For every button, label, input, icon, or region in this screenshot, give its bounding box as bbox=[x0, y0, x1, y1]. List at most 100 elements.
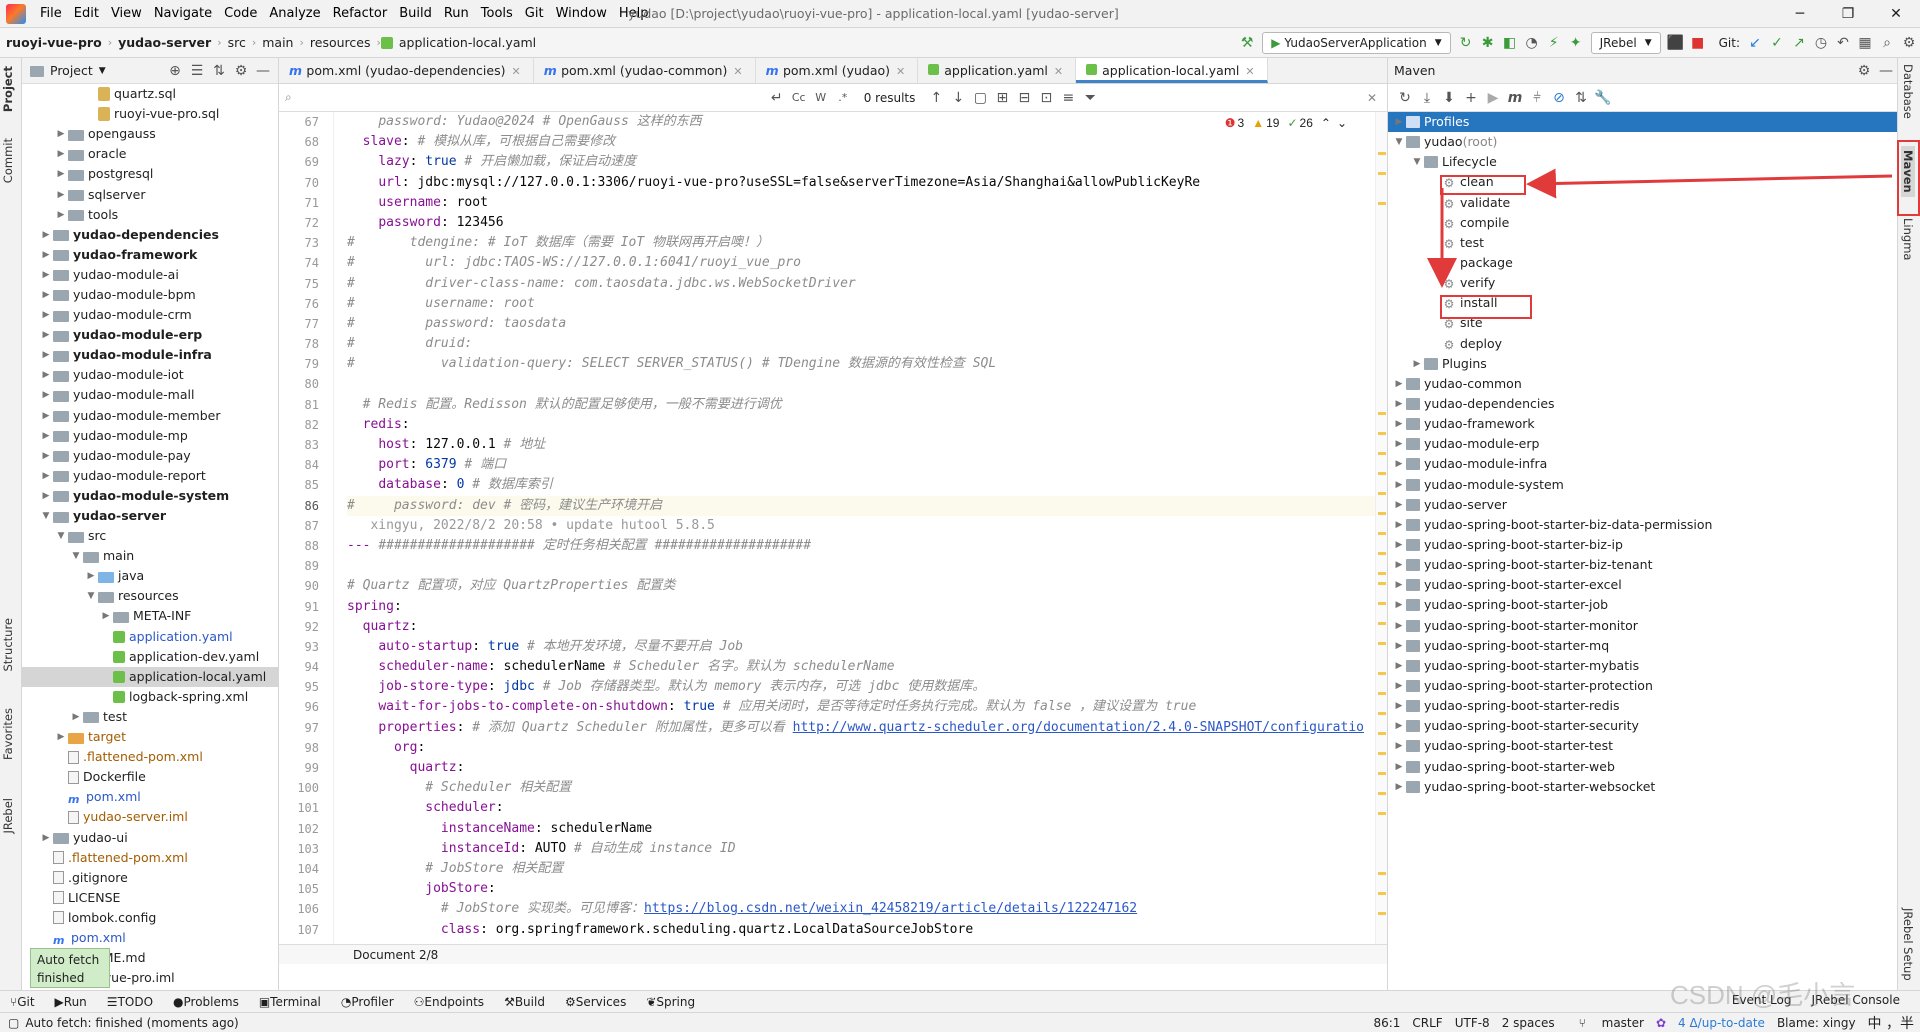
close-tab-icon[interactable]: ✕ bbox=[511, 65, 520, 78]
close-find-icon[interactable]: ✕ bbox=[1367, 91, 1377, 105]
collapse-all-icon[interactable]: ⇅ bbox=[208, 63, 230, 79]
project-structure-icon[interactable]: ▦ bbox=[1854, 35, 1876, 51]
plugin-icon[interactable]: ✿ bbox=[1656, 1016, 1666, 1030]
code-line[interactable]: redis: bbox=[347, 415, 1375, 435]
chevron-up-icon[interactable]: ⌃ bbox=[1321, 116, 1331, 130]
menu-view[interactable]: View bbox=[105, 6, 148, 21]
expand-arrow-icon[interactable]: ▶ bbox=[69, 707, 83, 727]
add-icon[interactable]: + bbox=[1460, 90, 1482, 106]
expand-arrow-icon[interactable]: ▶ bbox=[1392, 636, 1406, 656]
code-line[interactable]: # password: dev # 密码，建议生产环境开启 bbox=[347, 495, 1375, 516]
expand-arrow-icon[interactable]: ▶ bbox=[1392, 535, 1406, 555]
tree-item[interactable]: ▶ yudao-module-mall bbox=[22, 385, 278, 405]
git-push-icon[interactable]: ↗ bbox=[1788, 35, 1810, 51]
jrebel-run-icon[interactable]: ⚡ bbox=[1543, 35, 1565, 51]
code-line[interactable]: # Redis 配置。Redisson 默认的配置足够使用，一般不需要进行调优 bbox=[347, 395, 1375, 415]
tree-item[interactable]: ▼ resources bbox=[22, 586, 278, 606]
tree-item[interactable]: ▼ src bbox=[22, 526, 278, 546]
maven-tree-item[interactable]: ▶ yudao-framework bbox=[1388, 414, 1897, 434]
tool-tab-terminal[interactable]: ▣ Terminal bbox=[249, 995, 331, 1009]
inspection-widget[interactable]: ❶3 ▲ 19 ✓ 26 ⌃ ⌄ bbox=[1225, 116, 1347, 130]
maven-tree-item[interactable]: ▶ yudao-server bbox=[1388, 495, 1897, 515]
expand-arrow-icon[interactable]: ▶ bbox=[1392, 575, 1406, 595]
expand-arrow-icon[interactable]: ▶ bbox=[84, 566, 98, 586]
expand-arrow-icon[interactable]: ▶ bbox=[54, 205, 68, 225]
code-line[interactable]: auto-startup: true # 本地开发环境，尽量不要开启 Job bbox=[347, 637, 1375, 657]
expand-arrow-icon[interactable]: ▶ bbox=[54, 727, 68, 747]
expand-arrow-icon[interactable]: ▶ bbox=[1392, 676, 1406, 696]
tree-item[interactable]: application.yaml bbox=[22, 627, 278, 647]
tree-item[interactable]: m pom.xml bbox=[22, 787, 278, 807]
code-line[interactable]: # JobStore 实现类。可见博客：https://blog.csdn.ne… bbox=[347, 899, 1375, 919]
tree-item[interactable]: ▶ test bbox=[22, 707, 278, 727]
expand-arrow-icon[interactable]: ▶ bbox=[1392, 394, 1406, 414]
hide-icon[interactable]: — bbox=[1875, 63, 1897, 79]
structure-tool-tab[interactable]: Structure bbox=[1, 618, 15, 672]
maven-tree-item[interactable]: ▶ Plugins bbox=[1388, 354, 1897, 374]
run-icon[interactable]: ▶ bbox=[1482, 90, 1504, 106]
expand-arrow-icon[interactable]: ▶ bbox=[39, 345, 53, 365]
expand-arrow-icon[interactable]: ▶ bbox=[39, 446, 53, 466]
menu-run[interactable]: Run bbox=[438, 6, 475, 21]
maven-tree-item[interactable]: ▶ yudao-spring-boot-starter-excel bbox=[1388, 575, 1897, 595]
commit-tool-tab[interactable]: Commit bbox=[1, 138, 15, 183]
expand-arrow-icon[interactable]: ▶ bbox=[1392, 656, 1406, 676]
expand-arrow-icon[interactable]: ▶ bbox=[39, 265, 53, 285]
tree-item[interactable]: application-local.yaml bbox=[22, 666, 278, 687]
code-line[interactable]: org: bbox=[347, 738, 1375, 758]
breadcrumb-item[interactable]: application-local.yaml bbox=[393, 35, 542, 50]
tree-item[interactable]: Dockerfile bbox=[22, 767, 278, 787]
code-line[interactable]: # Scheduler 相关配置 bbox=[347, 778, 1375, 798]
tree-item[interactable]: ▶ opengauss bbox=[22, 124, 278, 144]
menu-build[interactable]: Build bbox=[393, 6, 438, 21]
expand-arrow-icon[interactable]: ▶ bbox=[54, 144, 68, 164]
download-icon[interactable]: ⬇ bbox=[1438, 90, 1460, 106]
rollback-icon[interactable]: ↶ bbox=[1832, 35, 1854, 51]
expand-arrow-icon[interactable]: ▶ bbox=[54, 185, 68, 205]
cursor-position[interactable]: 86:1 bbox=[1373, 1016, 1400, 1030]
expand-arrow-icon[interactable]: ▶ bbox=[1392, 555, 1406, 575]
tree-item[interactable]: ▶ yudao-module-crm bbox=[22, 305, 278, 325]
tree-item[interactable]: ▶ target bbox=[22, 727, 278, 747]
code-line[interactable]: password: Yudao@2024 # OpenGauss 这样的东西 bbox=[347, 112, 1375, 132]
code-line[interactable]: scheduler: bbox=[347, 798, 1375, 818]
code-line[interactable]: instanceName: schedulerName bbox=[347, 819, 1375, 839]
tree-item[interactable]: ▶ yudao-ui bbox=[22, 827, 278, 847]
code-line[interactable] bbox=[347, 556, 1375, 576]
expand-arrow-icon[interactable]: ▶ bbox=[1392, 595, 1406, 615]
select-all-occurrences-icon[interactable]: ▢ bbox=[969, 90, 991, 106]
maven-tree-item[interactable]: ▶ yudao-dependencies bbox=[1388, 394, 1897, 414]
expand-arrow-icon[interactable]: ▶ bbox=[1392, 777, 1406, 797]
tree-item[interactable]: ▶ yudao-module-infra bbox=[22, 345, 278, 365]
match-case-toggle[interactable]: Cc bbox=[788, 91, 810, 104]
code-line[interactable]: # druid: bbox=[347, 334, 1375, 354]
tree-item[interactable]: ▶ yudao-dependencies bbox=[22, 225, 278, 245]
project-tool-tab[interactable]: Project bbox=[1, 66, 15, 112]
tree-item[interactable]: quartz.sql bbox=[22, 84, 278, 104]
code-editor[interactable]: 67 68 69 70 71 72 73 74 75 76 77 78 79 80 81 82 83 84 85 86… bbox=[279, 112, 1387, 944]
tree-item[interactable]: .gitignore bbox=[22, 868, 278, 888]
menu-code[interactable]: Code bbox=[218, 6, 263, 21]
expand-arrow-icon[interactable]: ▶ bbox=[39, 365, 53, 385]
expand-arrow-icon[interactable]: ▼ bbox=[54, 526, 68, 546]
remove-selection-icon[interactable]: ⊟ bbox=[1013, 90, 1035, 106]
expand-arrow-icon[interactable]: ▶ bbox=[1392, 112, 1406, 132]
menu-navigate[interactable]: Navigate bbox=[148, 6, 218, 21]
expand-all-icon[interactable]: ☰ bbox=[186, 63, 208, 79]
expand-arrow-icon[interactable]: ▶ bbox=[39, 245, 53, 265]
code-line[interactable]: job-store-type: jdbc # Job 存储器类型。默认为 mem… bbox=[347, 677, 1375, 697]
restore-icon[interactable]: ❐ bbox=[1824, 0, 1872, 28]
maven-tree-item[interactable]: ▶ yudao-spring-boot-starter-job bbox=[1388, 595, 1897, 615]
tree-item[interactable]: LICENSE bbox=[22, 888, 278, 908]
expand-arrow-icon[interactable]: ▶ bbox=[39, 285, 53, 305]
tree-item[interactable]: ▶ yudao-module-member bbox=[22, 406, 278, 426]
database-tool-tab[interactable]: Database bbox=[1901, 64, 1915, 119]
code-line[interactable]: class: org.springframework.scheduling.qu… bbox=[347, 920, 1375, 940]
jrebel-debug-icon[interactable]: ✦ bbox=[1565, 35, 1587, 51]
code-line[interactable]: password: 123456 bbox=[347, 213, 1375, 233]
profile-icon[interactable]: ◔ bbox=[1521, 35, 1543, 51]
tool-tab-endpoints[interactable]: ⚇ Endpoints bbox=[404, 995, 494, 1009]
expand-arrow-icon[interactable]: ▶ bbox=[1392, 434, 1406, 454]
tool-tab-services[interactable]: ⚙ Services bbox=[555, 995, 636, 1009]
build-hammer-icon[interactable]: ⚒ bbox=[1236, 35, 1258, 51]
